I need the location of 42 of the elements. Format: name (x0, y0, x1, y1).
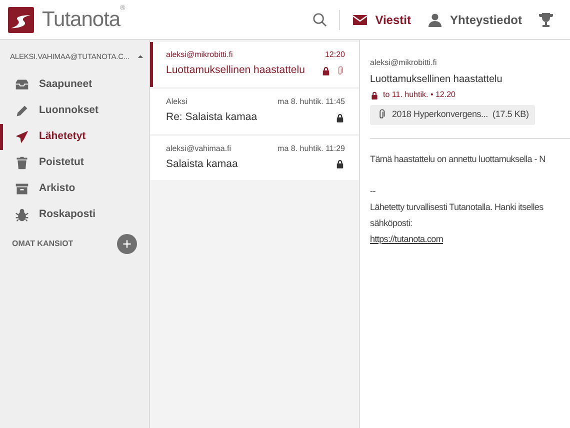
mail-subject: Luottamuksellinen haastattelu (370, 73, 504, 87)
sender-address: aleksi@vahimaa.fi (166, 142, 232, 154)
logo-icon (8, 6, 34, 32)
tray-icon (15, 78, 29, 92)
mail-date: to 11. huhtik. • 12.20 (383, 89, 456, 101)
contacts-tab[interactable]: Yhteystiedot (418, 0, 530, 40)
sender-address: aleksi@mikrobitti.fi (166, 49, 233, 61)
mail-time: ma 8. huhtik. 11:45 (278, 96, 345, 108)
person-icon (426, 12, 443, 28)
add-folder-button[interactable] (117, 234, 137, 254)
mail-list-item[interactable]: aleksi@vahimaa.fi ma 8. huhtik. 11:29 Salaista kamaa (150, 136, 359, 180)
mail-time: 12:20 (324, 49, 345, 61)
lock-icon (370, 90, 379, 100)
search-icon (312, 12, 328, 27)
body-link[interactable]: https://tutanota.com (370, 234, 444, 244)
body-text: sähköposti: (370, 216, 414, 230)
pencil-icon (15, 104, 29, 118)
folder-item[interactable]: Luonnokset (0, 98, 149, 124)
trophy-icon (538, 12, 554, 28)
plus-icon (122, 239, 132, 249)
sender-address: Aleksi (166, 96, 188, 108)
mail-subject: Re: Salaista kamaa (166, 110, 258, 125)
paper-plane-icon (15, 130, 29, 144)
folder-item[interactable]: Saapuneet (0, 72, 149, 98)
body-text: Lähetetty turvallisesti Tutanotalla. Hanki itselles (370, 200, 544, 214)
sender-address: aleksi@mikrobitti.fi (370, 57, 438, 69)
mail-subject: Luottamuksellinen haastattelu (166, 63, 305, 78)
mail-list-item[interactable]: aleksi@mikrobitti.fi 12:20 Luottamuksellinen haastattelu (150, 42, 359, 87)
trash-icon (15, 156, 29, 170)
mail-subject: Salaista kamaa (166, 156, 238, 172)
body-text: -- (370, 184, 376, 198)
folder-item[interactable]: Poistetut (0, 150, 149, 176)
body-text: Tämä haastattelu on annettu luottamuksella - N (370, 152, 546, 166)
folder-item[interactable]: Roskaposti (0, 202, 149, 228)
mail-tab[interactable]: Viestit (344, 0, 419, 40)
folder-item[interactable]: Arkisto (0, 176, 149, 202)
mail-list-item[interactable]: Aleksi ma 8. huhtik. 11:45 Re: Salaista kamaa (150, 88, 359, 134)
section-heading: OMAT KANSIOT (12, 238, 74, 250)
bug-icon (15, 208, 29, 222)
attachment-button[interactable]: 2018 Hyperkonvergens... (17.5 KB) (370, 105, 535, 124)
mail-time: ma 8. huhtik. 11:29 (278, 142, 345, 154)
archive-box-icon (15, 182, 29, 196)
